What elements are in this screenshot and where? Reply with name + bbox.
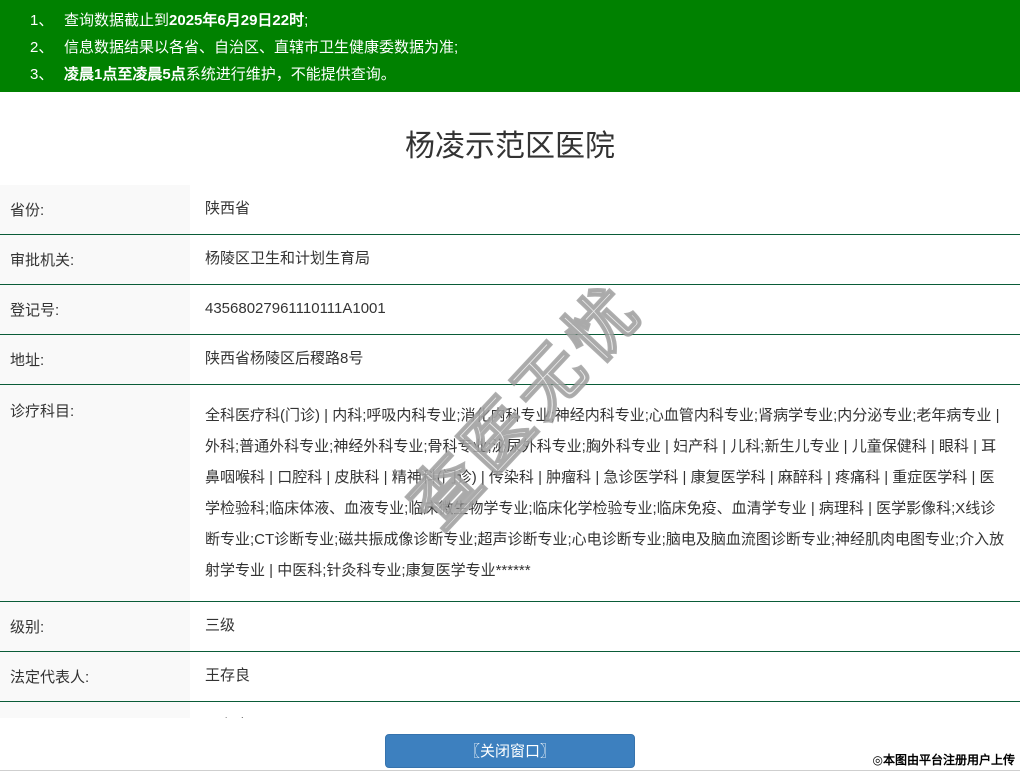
row-value: 陕西省杨陵区后稷路8号 [190, 335, 1020, 384]
row-principal: 主要负责人: 王存良 [0, 702, 1020, 718]
notice-text: 系统进行维护，不能提供查询。 [186, 66, 396, 83]
notice-banner: 1、查询数据截止到2025年6月29日22时; 2、信息数据结果以各省、自治区、… [0, 0, 1020, 92]
notice-number: 2、 [30, 34, 64, 61]
row-label: 法定代表人: [0, 652, 190, 701]
notice-text: 信息数据结果以各省、自治区、直辖市卫生健康委数据为准; [64, 39, 458, 56]
notice-text: ; [304, 12, 308, 29]
notice-text-bold: 凌晨1点至凌晨5点 [64, 66, 186, 83]
upload-caption: ◎本图由平台注册用户上传 [873, 751, 1015, 768]
row-address: 地址: 陕西省杨陵区后稷路8号 [0, 335, 1020, 385]
notice-item-3: 3、凌晨1点至凌晨5点系统进行维护，不能提供查询。 [0, 61, 1020, 88]
notice-item-2: 2、信息数据结果以各省、自治区、直辖市卫生健康委数据为准; [0, 34, 1020, 61]
notice-text: 查询数据截止到 [64, 12, 169, 29]
row-province: 省份: 陕西省 [0, 185, 1020, 235]
info-table: 省份: 陕西省 审批机关: 杨陵区卫生和计划生育局 登记号: 435680279… [0, 185, 1020, 718]
row-label: 省份: [0, 185, 190, 234]
row-value: 王存良 [190, 702, 1020, 718]
row-departments: 诊疗科目: 全科医疗科(门诊) | 内科;呼吸内科专业;消化内科专业;神经内科专… [0, 385, 1020, 602]
row-value: 王存良 [190, 652, 1020, 701]
close-window-button[interactable]: 〖关闭窗口〗 [385, 734, 635, 768]
footer: 〖关闭窗口〗 [0, 718, 1020, 768]
row-legal-representative: 法定代表人: 王存良 [0, 652, 1020, 702]
row-label: 主要负责人: [0, 702, 190, 718]
hospital-query-page: 1、查询数据截止到2025年6月29日22时; 2、信息数据结果以各省、自治区、… [0, 0, 1020, 771]
row-registration-number: 登记号: 43568027961110111A1001 [0, 285, 1020, 335]
row-value: 全科医疗科(门诊) | 内科;呼吸内科专业;消化内科专业;神经内科专业;心血管内… [190, 385, 1020, 601]
notice-text-bold: 2025年6月29日22时 [169, 12, 304, 29]
row-label: 级别: [0, 602, 190, 651]
notice-number: 3、 [30, 61, 64, 88]
row-level: 级别: 三级 [0, 602, 1020, 652]
page-title: 杨凌示范区医院 [0, 126, 1020, 168]
row-value: 陕西省 [190, 185, 1020, 234]
notice-number: 1、 [30, 7, 64, 34]
row-value: 杨陵区卫生和计划生育局 [190, 235, 1020, 284]
row-label: 审批机关: [0, 235, 190, 284]
result-content: 杨凌示范区医院 省份: 陕西省 审批机关: 杨陵区卫生和计划生育局 登记号: 4… [0, 92, 1020, 718]
row-approval-authority: 审批机关: 杨陵区卫生和计划生育局 [0, 235, 1020, 285]
row-label: 地址: [0, 335, 190, 384]
notice-item-1: 1、查询数据截止到2025年6月29日22时; [0, 7, 1020, 34]
row-value: 43568027961110111A1001 [190, 285, 1020, 334]
row-label: 诊疗科目: [0, 385, 190, 601]
row-label: 登记号: [0, 285, 190, 334]
row-value: 三级 [190, 602, 1020, 651]
